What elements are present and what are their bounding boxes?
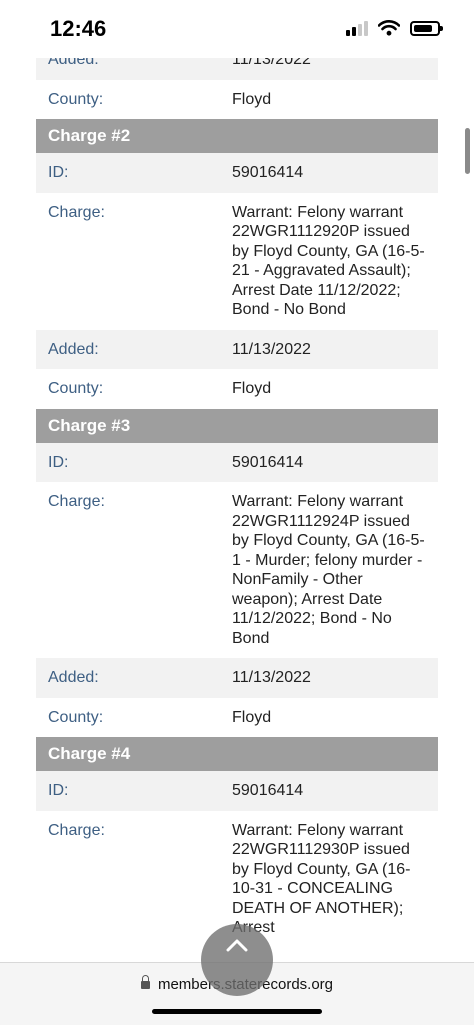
field-label: County: (48, 380, 104, 397)
field-label: County: (48, 90, 104, 108)
field-value: Floyd (232, 708, 272, 726)
field-value: 11/13/2022 (232, 340, 311, 358)
home-indicator[interactable] (152, 1009, 322, 1014)
field-label: Added: (48, 669, 99, 686)
table-row: Charge: Warrant: Felony warrant 22WGR1112… (36, 193, 438, 330)
field-value: Warrant: Felony warrant 22WGR1112920P is… (232, 203, 425, 319)
field-label: Charge: (48, 493, 105, 510)
status-bar: 12:46 (0, 0, 474, 58)
field-label: ID: (48, 782, 69, 799)
lock-icon (140, 975, 150, 989)
field-label: ID: (48, 164, 69, 181)
field-value: Floyd (232, 380, 272, 397)
field-value: Warrant: Felony warrant 22WGR1112930P is… (232, 821, 411, 937)
field-value: Warrant: Felony warrant 22WGR1112924P is… (232, 493, 425, 647)
charges-table: Added: 11/13/2022 County: Floyd Charge #2 ID:… (36, 40, 438, 948)
table-row: Added: 11/13/2022 (36, 658, 438, 698)
scroll-to-top-button[interactable] (201, 924, 273, 996)
table-row: County: Floyd (36, 369, 438, 409)
field-value: Floyd (232, 90, 272, 108)
table-row: County: Floyd (36, 80, 438, 120)
scrollbar-thumb[interactable] (465, 128, 470, 174)
field-label: Charge: (48, 203, 105, 221)
field-label: ID: (48, 453, 69, 471)
status-time: 12:46 (50, 16, 107, 41)
charge-section-header: Charge #3 (36, 408, 438, 443)
field-value: 59016414 (232, 453, 304, 471)
battery-icon (410, 20, 443, 36)
table-row: Added: 11/13/2022 (36, 329, 438, 369)
field-label: Charge: (48, 821, 105, 839)
field-value: 59016414 (232, 164, 304, 181)
table-row: ID: 59016414 (36, 442, 438, 482)
charge-section-header: Charge #4 (36, 737, 438, 771)
table-row: ID: 59016414 (36, 153, 438, 193)
table-row: Charge: Warrant: Felony warrant 22WGR1112… (36, 482, 438, 658)
field-value: 59016414 (232, 782, 304, 799)
status-icons (346, 20, 443, 36)
charge-section-header: Charge #2 (36, 119, 438, 153)
wifi-icon (378, 20, 400, 36)
table-row: ID: 59016414 (36, 771, 438, 811)
chevron-up-icon (226, 939, 248, 952)
table-row: County: Floyd (36, 698, 438, 738)
cellular-signal-icon (346, 20, 368, 36)
field-value: 11/13/2022 (232, 669, 311, 686)
field-label: Added: (48, 340, 99, 358)
field-label: County: (48, 708, 104, 726)
